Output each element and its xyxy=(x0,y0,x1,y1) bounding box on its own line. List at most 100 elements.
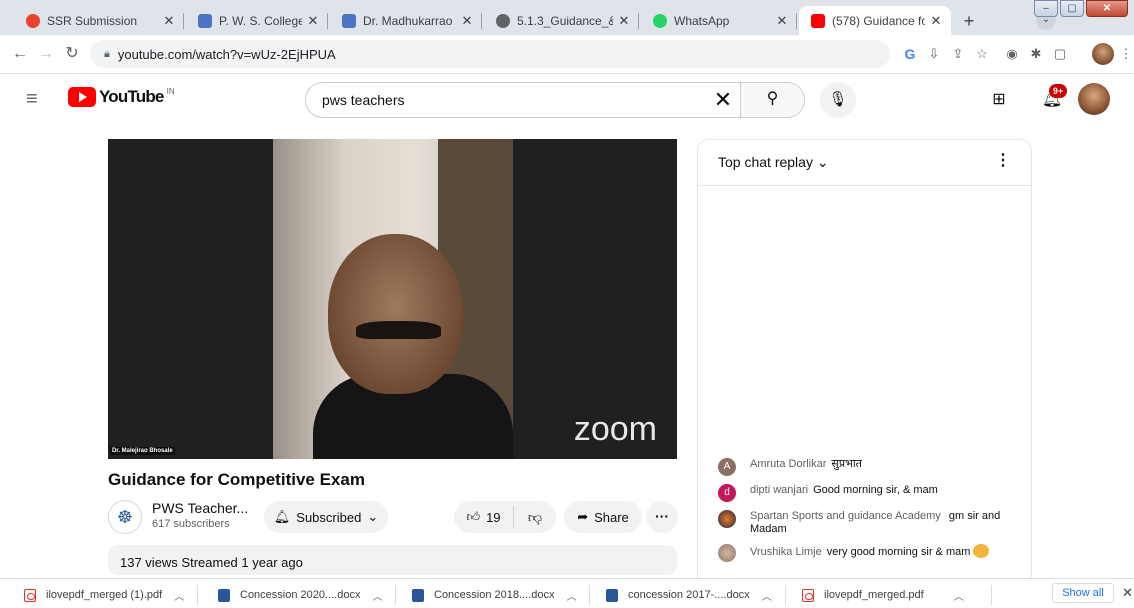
speaker-mustache xyxy=(356,321,441,339)
download-item[interactable]: Concession 2020....docx ︿ xyxy=(218,585,397,605)
download-item[interactable]: Concession 2018....docx ︿ xyxy=(412,585,591,605)
download-item[interactable]: ilovepdf_merged (1).pdf ︿ xyxy=(24,585,199,605)
menu-hamburger-icon[interactable]: ≡ xyxy=(26,89,46,110)
browser-window: SSR Submission ✕ P. W. S. College, Nagpu… xyxy=(0,0,1134,608)
chat-avatar[interactable] xyxy=(718,544,736,562)
extensions-puzzle-icon[interactable]: ✱ xyxy=(1026,44,1046,64)
reload-icon[interactable]: ↻ xyxy=(62,44,82,64)
youtube-logo[interactable]: YouTube IN xyxy=(68,87,175,107)
tab-close-icon[interactable]: ✕ xyxy=(306,13,320,29)
college-logo-icon xyxy=(198,13,212,28)
browser-profile-avatar[interactable] xyxy=(1092,43,1114,65)
search-button[interactable]: ⚲ xyxy=(740,83,804,117)
like-dislike-group: 👍︎ 19 👎︎ xyxy=(454,501,556,533)
youtube-play-logo-icon xyxy=(68,87,96,107)
view-and-date: 137 views Streamed 1 year ago xyxy=(120,555,303,570)
description-box[interactable]: 137 views Streamed 1 year ago xyxy=(108,545,677,575)
chevron-up-icon[interactable]: ︿ xyxy=(566,588,576,603)
bell-outline-icon: 🔔︎ xyxy=(273,509,291,524)
share-button[interactable]: ➦ Share xyxy=(564,501,642,533)
back-arrow-icon[interactable]: ← xyxy=(10,44,30,64)
youtube-header: ≡ YouTube IN ✕ ⚲ 🎙︎ ⊞ 🔔︎ 9+ xyxy=(0,75,1134,125)
more-actions-button[interactable]: ··· xyxy=(646,501,678,533)
browser-toolbar: ← → ↻ 🔒︎ youtube.com/watch?v=wUz-2EjHPUA… xyxy=(0,35,1134,74)
tab-close-icon[interactable]: ✕ xyxy=(775,13,789,29)
divider xyxy=(589,585,591,605)
download-filename: ilovepdf_merged (1).pdf xyxy=(46,589,163,601)
chat-mode-dropdown[interactable]: Top chat replay ⌄ xyxy=(718,154,829,171)
download-item[interactable]: ilovepdf_merged.pdf ︿ xyxy=(802,585,992,605)
youtube-wordmark: YouTube xyxy=(99,87,164,106)
zoom-watermark: zoom xyxy=(573,410,657,448)
tab-title: Dr. Madhukarrao Wasn xyxy=(363,13,456,28)
share-page-icon[interactable]: ⇪ xyxy=(948,44,968,64)
chat-avatar[interactable]: A xyxy=(718,458,736,476)
search-icon: ⚲ xyxy=(766,90,779,107)
tab-close-icon[interactable]: ✕ xyxy=(162,13,176,29)
side-panel-icon[interactable]: ▢ xyxy=(1050,44,1070,64)
download-item[interactable]: concession 2017-....docx ︿ xyxy=(606,585,786,605)
maximize-button[interactable]: ▢ xyxy=(1060,0,1084,17)
search-input[interactable] xyxy=(306,92,706,108)
thumbs-down-icon: 👎︎ xyxy=(527,508,543,525)
chat-message: Vrushika Limje very good morning sir & ma… xyxy=(718,544,1018,562)
url-text: youtube.com/watch?v=wUz-2EjHPUA xyxy=(117,46,336,62)
tab-close-icon[interactable]: ✕ xyxy=(617,13,631,29)
chevron-up-icon[interactable]: ︿ xyxy=(954,588,964,603)
tab-close-icon[interactable]: ✕ xyxy=(929,13,943,29)
chat-author: dipti wanjari xyxy=(750,484,809,496)
window-controls: – ▢ ✕ xyxy=(1034,0,1128,17)
notification-badge: 9+ xyxy=(1049,84,1067,98)
youtube-favicon-icon xyxy=(811,13,825,28)
youtube-account-avatar[interactable] xyxy=(1078,83,1110,115)
like-button[interactable]: 👍︎ 19 xyxy=(454,506,514,528)
channel-logo-icon[interactable]: ☸ xyxy=(108,500,142,534)
new-tab-button[interactable]: + xyxy=(958,11,980,33)
like-count: 19 xyxy=(486,509,501,525)
bookmark-star-icon[interactable]: ☆ xyxy=(972,44,992,64)
tab-strip: SSR Submission ✕ P. W. S. College, Nagpu… xyxy=(0,0,1134,35)
chat-avatar[interactable]: d xyxy=(718,484,736,502)
forward-arrow-icon[interactable]: → xyxy=(36,44,56,64)
tab-pws-college[interactable]: P. W. S. College, Nagpu ✕ xyxy=(186,6,328,35)
window-close-button[interactable]: ✕ xyxy=(1086,0,1128,17)
chevron-up-icon[interactable]: ︿ xyxy=(372,588,382,603)
browser-menu-icon[interactable]: ⋮ xyxy=(1116,44,1134,64)
minimize-button[interactable]: – xyxy=(1034,0,1058,17)
download-filename: ilovepdf_merged.pdf xyxy=(824,589,924,601)
chat-avatar[interactable] xyxy=(718,510,736,528)
tab-ssr-submission[interactable]: SSR Submission ✕ xyxy=(14,6,184,35)
tab-close-icon[interactable]: ✕ xyxy=(460,13,474,29)
chat-author: Vrushika Limje xyxy=(750,546,822,558)
channel-name[interactable]: PWS Teacher... xyxy=(152,500,248,516)
tab-dr-madhukarrao[interactable]: Dr. Madhukarrao Wasn ✕ xyxy=(330,6,482,35)
lock-icon: 🔒︎ xyxy=(104,47,110,60)
subscribed-button[interactable]: 🔔︎ Subscribed ⌄ xyxy=(264,501,388,533)
chat-message: Spartan Sports and guidance Academy gm s… xyxy=(718,510,1018,536)
install-app-icon[interactable]: ⇩ xyxy=(924,44,944,64)
chevron-down-icon: ⌄ xyxy=(367,509,379,524)
subscribed-label: Subscribed xyxy=(296,509,362,525)
create-video-icon[interactable]: ⊞ xyxy=(988,89,1010,111)
country-code: IN xyxy=(166,86,175,96)
word-doc-icon xyxy=(218,588,230,602)
close-download-shelf-icon[interactable]: ✕ xyxy=(1122,585,1133,601)
dislike-button[interactable]: 👎︎ xyxy=(514,509,556,526)
chat-header-label: Top chat replay xyxy=(718,154,813,170)
tab-whatsapp[interactable]: WhatsApp ✕ xyxy=(641,6,797,35)
tab-youtube-guidance[interactable]: (578) Guidance for Con ✕ xyxy=(799,6,951,35)
google-lens-icon[interactable]: G xyxy=(900,44,920,64)
chevron-up-icon[interactable]: ︿ xyxy=(762,588,772,603)
extension-icon[interactable]: ◉ xyxy=(1002,44,1022,64)
video-player[interactable]: Dr. Malejirao Bhosale zoom xyxy=(108,139,677,459)
clear-search-icon[interactable]: ✕ xyxy=(706,83,740,117)
chat-message: d dipti wanjari Good morning sir, & mam xyxy=(718,484,1018,502)
chat-message: A Amruta Dorlikar सुप्रभात xyxy=(718,458,1018,476)
show-all-downloads-button[interactable]: Show all xyxy=(1052,583,1114,603)
chat-menu-icon[interactable]: ⋮ xyxy=(995,150,1011,170)
voice-search-mic-icon[interactable]: 🎙︎ xyxy=(820,82,856,118)
chat-text: सुप्रभात xyxy=(831,458,862,470)
address-bar[interactable]: 🔒︎ youtube.com/watch?v=wUz-2EjHPUA xyxy=(90,40,890,68)
chevron-up-icon[interactable]: ︿ xyxy=(174,588,184,603)
tab-guidance-counselling[interactable]: 5.1.3_Guidance_&_Cou ✕ xyxy=(484,6,639,35)
